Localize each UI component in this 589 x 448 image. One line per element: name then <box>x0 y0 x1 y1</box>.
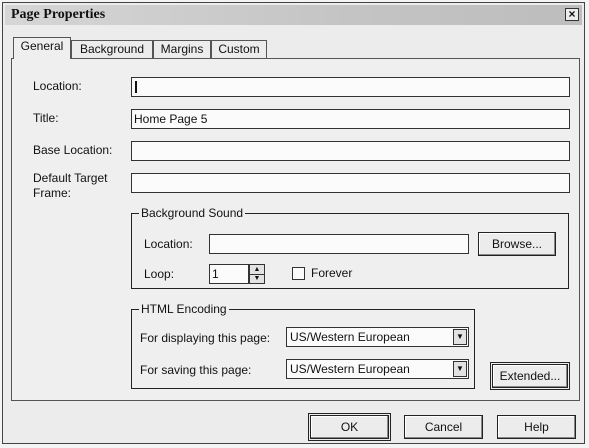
default-target-frame-label-line1: Default Target <box>33 171 108 185</box>
sound-location-label: Location: <box>144 237 193 251</box>
title-input[interactable]: Home Page 5 <box>131 109 570 129</box>
display-encoding-value: US/Western European <box>290 330 410 344</box>
text-caret <box>135 81 137 93</box>
tab-margins[interactable]: Margins <box>153 40 211 59</box>
tab-label: Custom <box>218 42 260 56</box>
tab-label: Background <box>79 42 145 56</box>
window-title: Page Properties <box>11 7 106 22</box>
title-bar: Page Properties × <box>5 5 582 25</box>
background-sound-title: Background Sound <box>139 206 246 220</box>
close-button[interactable]: × <box>565 8 579 21</box>
browse-button[interactable]: Browse... <box>478 232 556 256</box>
base-location-label: Base Location: <box>33 143 113 157</box>
tab-label: General <box>20 39 64 53</box>
loop-label: Loop: <box>144 267 175 281</box>
default-target-frame-input[interactable] <box>131 173 570 193</box>
title-label: Title: <box>33 111 59 125</box>
cancel-button[interactable]: Cancel <box>404 415 483 439</box>
display-encoding-select[interactable]: US/Western European ▼ <box>286 327 469 347</box>
help-button[interactable]: Help <box>497 415 576 439</box>
save-encoding-value: US/Western European <box>290 362 410 376</box>
browse-label: Browse... <box>491 237 542 251</box>
ok-button[interactable]: OK <box>308 413 391 441</box>
base-location-input[interactable] <box>131 141 570 161</box>
save-encoding-select[interactable]: US/Western European ▼ <box>286 359 469 379</box>
default-target-frame-label-line2: Frame: <box>33 186 72 200</box>
save-encoding-label: For saving this page: <box>140 363 252 377</box>
extended-label: Extended... <box>499 369 561 383</box>
chevron-down-icon[interactable]: ▼ <box>453 329 467 345</box>
page-properties-dialog: Page Properties × General Background Mar… <box>2 2 585 444</box>
tab-general[interactable]: General <box>13 37 71 59</box>
html-encoding-title: HTML Encoding <box>139 302 229 316</box>
loop-input[interactable]: 1 <box>209 264 249 284</box>
sound-location-input[interactable] <box>209 234 469 254</box>
loop-spinner[interactable]: ▲ ▼ <box>249 264 265 284</box>
help-label: Help <box>524 420 549 434</box>
close-icon: × <box>568 7 576 21</box>
location-input[interactable] <box>131 77 570 97</box>
forever-checkbox[interactable] <box>292 267 305 280</box>
extended-button[interactable]: Extended... <box>490 362 570 390</box>
cancel-label: Cancel <box>424 420 463 434</box>
tab-custom[interactable]: Custom <box>211 40 267 59</box>
chevron-down-icon[interactable]: ▼ <box>453 361 467 377</box>
tab-panel-general: Location: Title: Home Page 5 Base Locati… <box>11 58 580 401</box>
tab-background[interactable]: Background <box>71 40 153 59</box>
display-encoding-label: For displaying this page: <box>140 331 271 345</box>
tab-label: Margins <box>160 42 204 56</box>
spin-down-icon[interactable]: ▼ <box>250 274 264 283</box>
forever-label: Forever <box>311 266 353 280</box>
ok-label: OK <box>340 420 359 434</box>
location-label: Location: <box>33 79 82 93</box>
